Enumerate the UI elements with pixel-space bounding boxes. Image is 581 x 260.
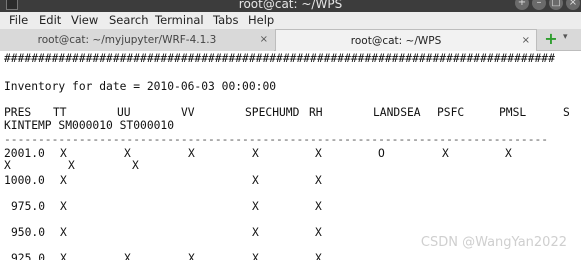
- menu-bar: File Edit View Search Terminal Tabs Help: [0, 12, 581, 29]
- title-bar: root@cat: ~/WPS + – □ ×: [0, 0, 581, 12]
- tab-wps[interactable]: root@cat: ~/WPS ×: [275, 29, 537, 51]
- cell-vv: X: [188, 147, 195, 160]
- terminal-output[interactable]: ########################################…: [0, 51, 581, 260]
- cell-tt: X: [60, 200, 67, 213]
- inventory-line: Inventory for date = 2010-06-03 00:00:00: [4, 80, 277, 93]
- pres-value: 950.0: [11, 226, 46, 239]
- menu-search[interactable]: Search: [109, 13, 149, 28]
- pres-value: 1000.0: [4, 174, 45, 187]
- cell-spechumd: X: [252, 226, 259, 239]
- cell-vv: X: [188, 252, 195, 260]
- cell-uu: X: [124, 147, 131, 160]
- col-pmsl: PMSL: [499, 106, 527, 119]
- cell-skintemp: X: [4, 159, 11, 172]
- cell-sm000010: X: [68, 159, 75, 172]
- menu-terminal[interactable]: Terminal: [155, 13, 204, 28]
- menu-help[interactable]: Help: [248, 13, 274, 28]
- header-row-wrap: KINTEMP SM000010 ST000010: [4, 119, 175, 132]
- cell-pmsl: X: [505, 147, 512, 160]
- cell-spechumd: X: [252, 252, 259, 260]
- col-uu: UU: [117, 106, 131, 119]
- cell-rh: X: [315, 200, 322, 213]
- menu-file[interactable]: File: [9, 13, 28, 28]
- col-spechumd: SPECHUMD: [245, 106, 300, 119]
- col-tt: TT: [53, 106, 67, 119]
- tab-list-chevron-icon[interactable]: ▾: [563, 32, 568, 42]
- tab-bar: root@cat: ~/myjupyter/WRF-4.1.3 × root@c…: [0, 29, 581, 51]
- col-vv: VV: [181, 106, 195, 119]
- tab-wrf-label: root@cat: ~/myjupyter/WRF-4.1.3: [37, 34, 217, 46]
- tab-wps-close-icon[interactable]: ×: [522, 30, 530, 52]
- tab-wrf[interactable]: root@cat: ~/myjupyter/WRF-4.1.3 ×: [0, 29, 274, 51]
- cell-rh: X: [315, 147, 322, 160]
- col-pres: PRES: [4, 106, 32, 119]
- col-s-truncated: S: [563, 106, 570, 119]
- cell-rh: X: [315, 174, 322, 187]
- cell-spechumd: X: [252, 147, 259, 160]
- cell-tt: X: [60, 174, 67, 187]
- new-tab-plus-icon[interactable]: +: [543, 31, 559, 47]
- csdn-watermark: CSDN @WangYan2022: [420, 235, 567, 250]
- cell-landsea: O: [378, 147, 385, 160]
- hash-separator: ########################################…: [4, 52, 555, 65]
- dash-separator: ----------------------------------------…: [4, 133, 549, 146]
- cell-spechumd: X: [252, 200, 259, 213]
- menu-edit[interactable]: Edit: [39, 13, 61, 28]
- cell-spechumd: X: [252, 174, 259, 187]
- cell-st000010: X: [132, 159, 139, 172]
- menu-tabs[interactable]: Tabs: [213, 13, 238, 28]
- tab-wps-label: root@cat: ~/WPS: [350, 35, 442, 47]
- pres-value: 925.0: [11, 252, 46, 260]
- cell-tt: X: [60, 252, 67, 260]
- col-psfc: PSFC: [437, 106, 465, 119]
- col-rh: RH: [309, 106, 323, 119]
- menu-view[interactable]: View: [71, 13, 98, 28]
- cell-rh: X: [315, 252, 322, 260]
- cell-uu: X: [124, 252, 131, 260]
- col-landsea: LANDSEA: [373, 106, 421, 119]
- cell-tt: X: [60, 147, 67, 160]
- window-title: root@cat: ~/WPS: [238, 0, 343, 11]
- cell-rh: X: [315, 226, 322, 239]
- pres-value: 975.0: [11, 200, 46, 213]
- cell-tt: X: [60, 226, 67, 239]
- tab-wrf-close-icon[interactable]: ×: [260, 29, 268, 51]
- cell-psfc: X: [442, 147, 449, 160]
